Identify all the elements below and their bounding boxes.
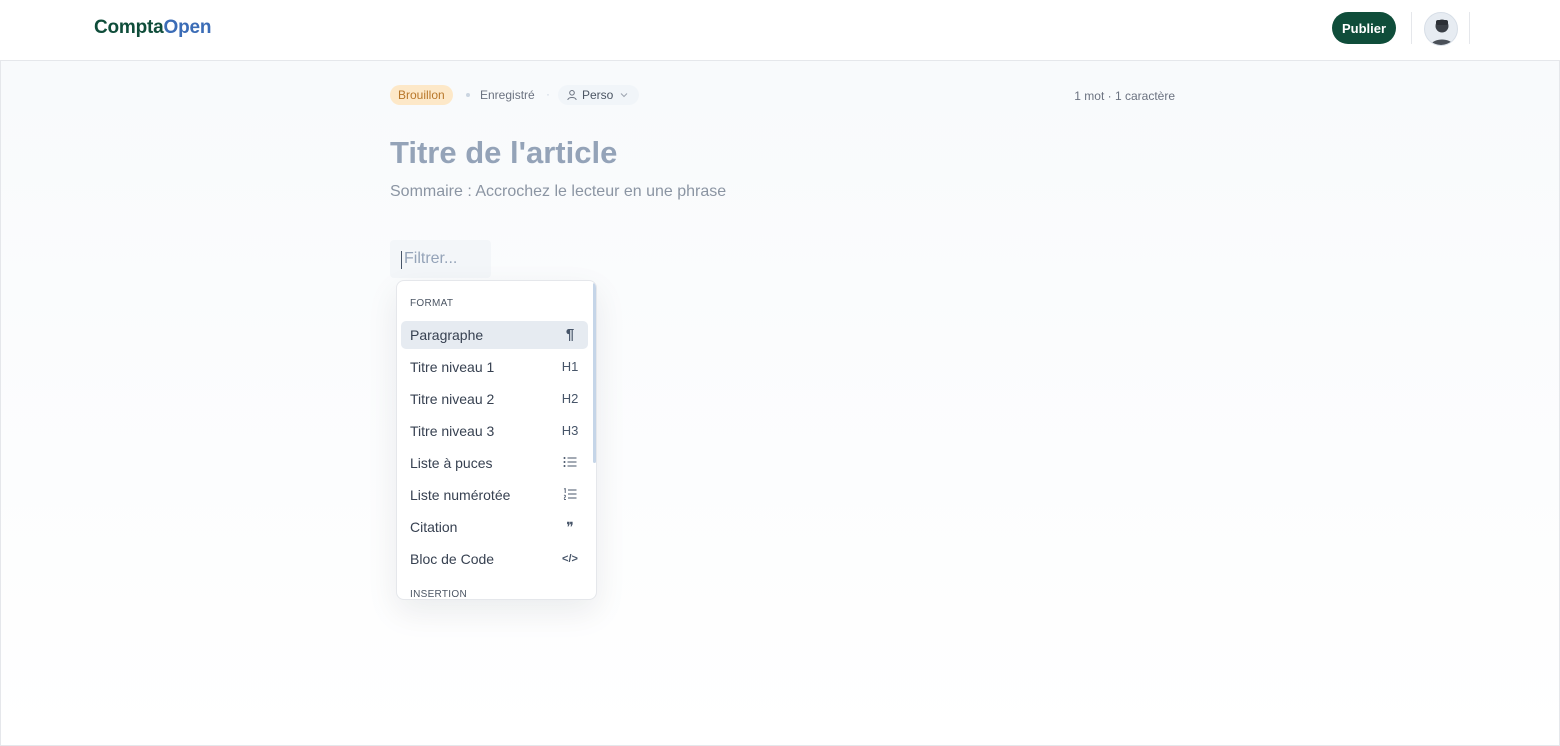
menu-item-heading3[interactable]: Titre niveau 3 H3: [401, 417, 588, 445]
title-input[interactable]: [390, 131, 1175, 175]
numbered-list-icon: [561, 485, 579, 505]
menu-item-numbered-list[interactable]: Liste numérotée: [401, 481, 588, 509]
heading1-icon: H1: [561, 359, 579, 374]
chevron-down-icon: [620, 93, 628, 98]
menu-item-label: Liste à puces: [410, 455, 493, 471]
menu-item-heading2[interactable]: Titre niveau 2 H2: [401, 385, 588, 413]
logo-text-compta: Compta: [94, 17, 164, 38]
code-icon: </>: [562, 553, 578, 565]
user-icon: [567, 90, 577, 101]
section-label-insertion: INSERTION: [410, 589, 467, 600]
header-divider: [1411, 12, 1412, 44]
block-type-menu: FORMAT Paragraphe ¶ Titre niveau 1 H1 Ti…: [396, 280, 597, 600]
slash-filter-box: [390, 240, 491, 278]
menu-item-bullet-list[interactable]: Liste à puces: [401, 449, 588, 477]
status-separator: ·: [546, 87, 550, 101]
logo-text-open: Open: [163, 17, 212, 38]
visibility-label: Perso: [582, 88, 614, 102]
filter-input[interactable]: [404, 248, 489, 270]
avatar[interactable]: [1424, 12, 1458, 46]
status-dot: [466, 93, 470, 97]
status-badge: Brouillon: [390, 85, 453, 105]
menu-item-label: Paragraphe: [410, 327, 484, 343]
status-row: Brouillon Enregistré · Perso 1 mot · 1 c…: [390, 85, 1175, 105]
section-label-format: FORMAT: [410, 298, 454, 309]
quote-icon: ❞: [566, 519, 574, 535]
user-avatar-icon: [1430, 19, 1454, 45]
word-count: 1 mot: [1074, 89, 1105, 103]
menu-item-code-block[interactable]: Bloc de Code </>: [401, 545, 588, 573]
saved-status: Enregistré: [480, 88, 535, 102]
char-count: 1 caractère: [1114, 89, 1175, 103]
menu-item-paragraph[interactable]: Paragraphe ¶: [401, 321, 588, 349]
count-separator: ·: [1104, 89, 1115, 103]
menu-item-label: Titre niveau 1: [410, 359, 495, 375]
header-divider: [1469, 12, 1470, 44]
logo[interactable]: ComptaOpen: [94, 17, 211, 39]
menu-item-quote[interactable]: Citation ❞: [401, 513, 588, 541]
heading2-icon: H2: [561, 391, 579, 406]
bullet-list-icon: [561, 453, 579, 473]
publish-button[interactable]: Publier: [1332, 12, 1396, 44]
text-caret: [401, 251, 402, 269]
menu-item-label: Titre niveau 2: [410, 391, 495, 407]
visibility-dropdown[interactable]: Perso: [558, 85, 639, 105]
top-bar: ComptaOpen Publier: [0, 0, 1560, 61]
menu-scrollbar[interactable]: [593, 283, 596, 599]
menu-item-label: Bloc de Code: [410, 551, 495, 567]
heading3-icon: H3: [561, 423, 579, 438]
pilcrow-icon: ¶: [565, 326, 575, 343]
menu-item-label: Titre niveau 3: [410, 423, 495, 439]
editor-area: Brouillon Enregistré · Perso 1 mot · 1 c…: [1, 61, 1559, 745]
menu-scrollbar-thumb[interactable]: [593, 283, 596, 463]
word-char-count: 1 mot · 1 caractère: [1074, 89, 1175, 103]
menu-item-heading1[interactable]: Titre niveau 1 H1: [401, 353, 588, 381]
menu-item-label: Citation: [410, 519, 458, 535]
summary-input[interactable]: [390, 180, 1175, 204]
menu-item-label: Liste numérotée: [410, 487, 511, 503]
